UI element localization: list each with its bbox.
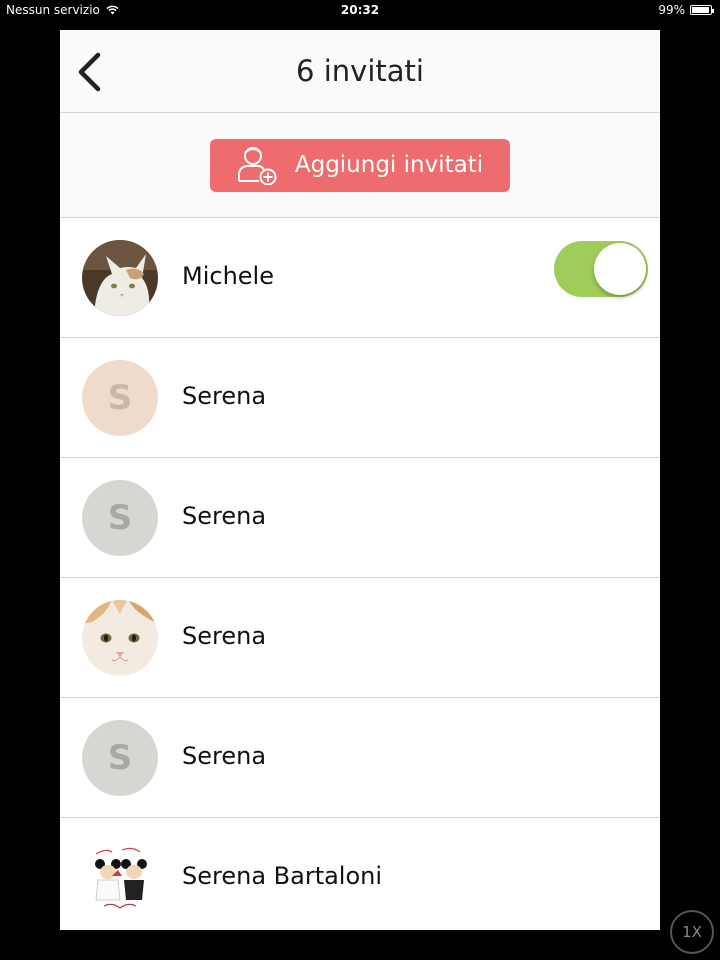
zoom-button[interactable]: 1X — [670, 910, 714, 954]
cat-face-photo-avatar — [82, 600, 158, 676]
avatar-initial: S — [107, 498, 133, 538]
clock: 20:32 — [340, 3, 380, 17]
nav-bar: 6 invitati — [60, 30, 660, 113]
page-title: 6 invitati — [296, 54, 424, 88]
wedding-cartoon-avatar — [82, 840, 158, 916]
guest-name: Serena — [182, 742, 267, 770]
battery-percent: 99% — [658, 3, 685, 17]
guest-row-serena-2[interactable]: S Serena — [60, 458, 660, 578]
guest-row-michele[interactable]: Michele — [60, 218, 660, 338]
battery-icon — [690, 5, 714, 15]
add-guests-label: Aggiungi invitati — [294, 152, 484, 178]
guest-name: Serena — [182, 622, 267, 650]
guest-name: Michele — [182, 262, 274, 290]
status-bar: Nessun servizio 20:32 99% — [0, 0, 720, 20]
add-guests-button[interactable]: Aggiungi invitati — [210, 138, 510, 192]
cat-photo-avatar — [82, 240, 158, 316]
guest-name: Serena — [182, 502, 267, 530]
guest-toggle[interactable] — [554, 241, 648, 297]
avatar: S — [82, 720, 158, 796]
avatar — [82, 840, 158, 916]
avatar: S — [82, 360, 158, 436]
guest-row-serena-bartaloni[interactable]: Serena Bartaloni — [60, 818, 660, 930]
add-guests-bar: Aggiungi invitati — [60, 113, 660, 218]
guest-name: Serena Bartaloni — [182, 862, 383, 890]
avatar — [82, 600, 158, 676]
guest-list-panel: 6 invitati Aggiungi invitati Michele S S… — [60, 30, 660, 930]
guest-row-serena-4[interactable]: S Serena — [60, 698, 660, 818]
avatar-initial: S — [107, 738, 133, 778]
avatar — [82, 240, 158, 316]
toggle-knob — [594, 243, 646, 295]
add-person-icon — [237, 147, 277, 185]
avatar: S — [82, 480, 158, 556]
guest-name: Serena — [182, 382, 267, 410]
avatar-initial: S — [107, 378, 133, 418]
guest-row-serena-3[interactable]: Serena — [60, 578, 660, 698]
guest-row-serena-1[interactable]: S Serena — [60, 338, 660, 458]
